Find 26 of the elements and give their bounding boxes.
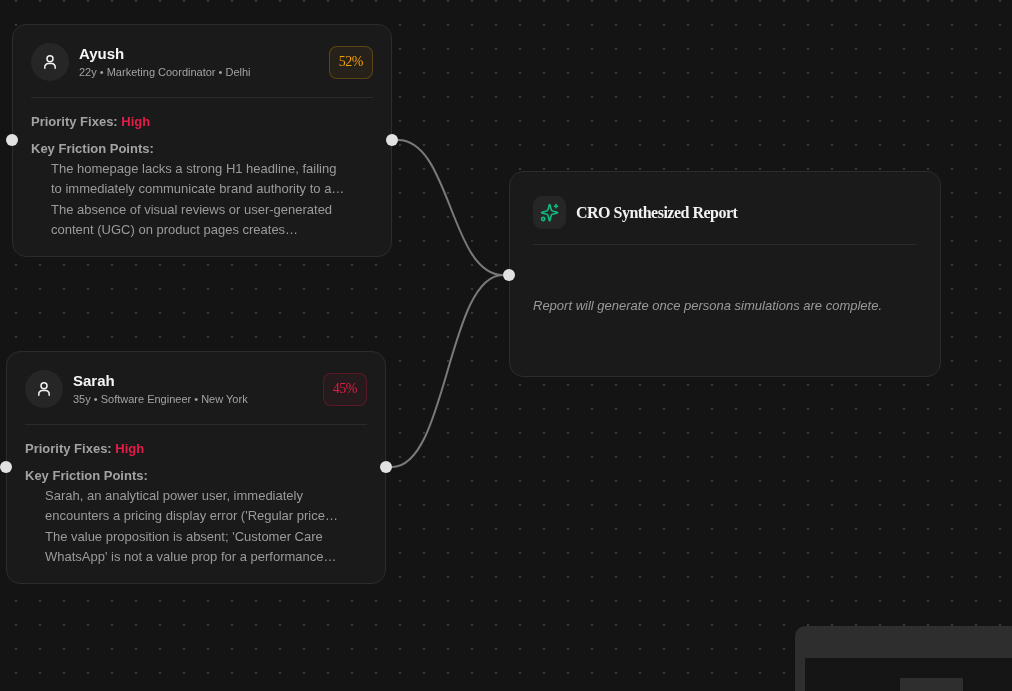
persona-name: Sarah	[73, 372, 116, 390]
score-badge: 45%	[322, 372, 367, 406]
priority-label: Priority Fixes:	[31, 114, 118, 129]
report-message: Report will generate once persona simulations are complete.	[533, 297, 884, 315]
user-icon	[25, 370, 63, 408]
friction-label: Key Friction Points:	[25, 467, 149, 485]
user-icon	[31, 43, 69, 81]
connection-handle[interactable]	[380, 461, 392, 473]
priority-value: High	[115, 441, 145, 456]
friction-point: The homepage lacks a strong H1 headline, failing to immediately communicate brand authority to a…	[51, 160, 346, 198]
report-title: CRO Synthesized Report	[576, 203, 738, 222]
connection-handle[interactable]	[503, 269, 515, 281]
persona-details: 22y • Marketing Coordinator • Delhi	[79, 65, 251, 79]
connection-handle[interactable]	[386, 134, 398, 146]
connection-handle[interactable]	[0, 461, 12, 473]
connection-handle[interactable]	[6, 134, 18, 146]
sparkle-icon	[533, 196, 566, 229]
priority-value: High	[121, 114, 151, 129]
friction-label: Key Friction Points:	[31, 140, 155, 158]
friction-point: Sarah, an analytical power user, immediately encounters a pricing display error ('Regular price…	[45, 487, 339, 525]
priority-label: Priority Fixes:	[25, 441, 112, 456]
friction-point: The absence of visual reviews or user-generated content (UGC) on product pages creates…	[51, 201, 334, 239]
score-badge: 52%	[328, 45, 373, 79]
persona-details: 35y • Software Engineer • New York	[73, 392, 248, 406]
friction-point: The value proposition is absent; 'Customer Care WhatsApp' is not a value prop for a performance…	[45, 528, 338, 566]
persona-name: Ayush	[79, 45, 126, 63]
